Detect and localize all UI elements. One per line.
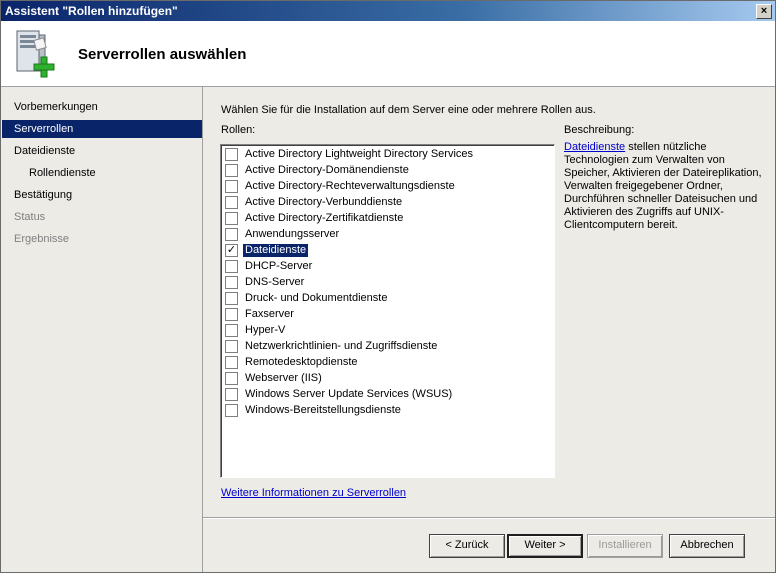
role-checkbox[interactable] xyxy=(225,180,238,193)
description-link[interactable]: Dateidienste xyxy=(564,141,625,153)
title-bar[interactable]: Assistent "Rollen hinzufügen" × xyxy=(1,1,775,21)
role-item[interactable]: Faxserver xyxy=(225,307,545,323)
role-item[interactable]: Remotedesktopdienste xyxy=(225,355,545,371)
role-item[interactable]: Windows-Bereitstellungsdienste xyxy=(225,403,545,419)
role-checkbox[interactable] xyxy=(225,308,238,321)
next-button[interactable]: Weiter > xyxy=(507,534,583,558)
role-item[interactable]: Active Directory-Verbunddienste xyxy=(225,195,545,211)
server-add-icon xyxy=(16,30,55,78)
role-item[interactable]: Anwendungsserver xyxy=(225,227,545,243)
install-button: Installieren xyxy=(587,534,663,558)
more-info-link[interactable]: Weitere Informationen zu Serverrollen xyxy=(221,487,406,499)
role-item[interactable]: Active Directory-Domänendienste xyxy=(225,163,545,179)
role-checkbox[interactable] xyxy=(225,340,238,353)
role-checkbox[interactable] xyxy=(225,212,238,225)
role-label[interactable]: Hyper-V xyxy=(243,324,287,337)
close-button[interactable]: × xyxy=(756,4,772,19)
role-item[interactable]: Hyper-V xyxy=(225,323,545,339)
role-description: Dateidienste stellen nützliche Technolog… xyxy=(564,141,769,232)
role-label[interactable]: Active Directory-Domänendienste xyxy=(243,164,411,177)
role-checkbox[interactable] xyxy=(225,196,238,209)
role-checkbox[interactable] xyxy=(225,324,238,337)
role-label[interactable]: Druck- und Dokumentdienste xyxy=(243,292,389,305)
role-item[interactable]: Windows Server Update Services (WSUS) xyxy=(225,387,545,403)
role-checkbox[interactable] xyxy=(225,260,238,273)
wizard-header: Serverrollen auswählen xyxy=(1,21,775,87)
role-label[interactable]: Active Directory-Verbunddienste xyxy=(243,196,404,209)
role-item[interactable]: ✓ Dateidienste xyxy=(225,243,545,259)
sidebar-item-serverrollen[interactable]: Serverrollen xyxy=(2,120,202,138)
role-label[interactable]: Netzwerkrichtlinien- und Zugriffsdienste xyxy=(243,340,439,353)
role-item[interactable]: DNS-Server xyxy=(225,275,545,291)
sidebar-item-status: Status xyxy=(14,211,46,223)
role-checkbox[interactable] xyxy=(225,164,238,177)
role-label[interactable]: DHCP-Server xyxy=(243,260,314,273)
page-title: Serverrollen auswählen xyxy=(78,46,247,63)
role-label[interactable]: Active Directory-Rechteverwaltungsdienst… xyxy=(243,180,457,193)
sidebar-item-rollendienste[interactable]: Rollendienste xyxy=(2,164,202,182)
wizard-content: Wählen Sie für die Installation auf dem … xyxy=(203,87,775,572)
role-checkbox[interactable] xyxy=(225,388,238,401)
role-checkbox[interactable] xyxy=(225,356,238,369)
window-title: Assistent "Rollen hinzufügen" xyxy=(5,4,178,18)
roles-list[interactable]: Active Directory Lightweight Directory S… xyxy=(220,144,555,478)
role-item[interactable]: Active Directory-Zertifikatdienste xyxy=(225,211,545,227)
sidebar-item-bestaetigung[interactable]: Bestätigung xyxy=(2,186,202,204)
role-label[interactable]: DNS-Server xyxy=(243,276,306,289)
role-label[interactable]: Webserver (IIS) xyxy=(243,372,324,385)
wizard-window: Assistent "Rollen hinzufügen" × Serverro… xyxy=(0,0,776,573)
cancel-button[interactable]: Abbrechen xyxy=(669,534,745,558)
instruction-text: Wählen Sie für die Installation auf dem … xyxy=(221,104,596,116)
role-label[interactable]: Active Directory Lightweight Directory S… xyxy=(243,148,475,161)
description-label: Beschreibung: xyxy=(564,124,635,136)
role-checkbox[interactable] xyxy=(225,276,238,289)
role-checkbox[interactable] xyxy=(225,292,238,305)
wizard-sidebar: Vorbemerkungen Serverrollen Dateidienste… xyxy=(1,87,203,572)
role-label[interactable]: Windows Server Update Services (WSUS) xyxy=(243,388,454,401)
role-item[interactable]: Druck- und Dokumentdienste xyxy=(225,291,545,307)
sidebar-item-ergebnisse: Ergebnisse xyxy=(14,233,70,245)
role-label[interactable]: Remotedesktopdienste xyxy=(243,356,360,369)
sidebar-item-vorbemerkungen[interactable]: Vorbemerkungen xyxy=(2,98,202,116)
role-label[interactable]: Faxserver xyxy=(243,308,296,321)
checkmark-icon: ✓ xyxy=(226,244,237,256)
role-checkbox[interactable] xyxy=(225,372,238,385)
role-label[interactable]: Anwendungsserver xyxy=(243,228,341,241)
role-item[interactable]: DHCP-Server xyxy=(225,259,545,275)
footer-divider xyxy=(203,517,775,519)
role-label[interactable]: Active Directory-Zertifikatdienste xyxy=(243,212,405,225)
role-item[interactable]: Active Directory Lightweight Directory S… xyxy=(225,147,545,163)
roles-label: Rollen: xyxy=(221,124,256,136)
role-item[interactable]: Netzwerkrichtlinien- und Zugriffsdienste xyxy=(225,339,545,355)
role-label[interactable]: Windows-Bereitstellungsdienste xyxy=(243,404,403,417)
role-checkbox-checked[interactable]: ✓ xyxy=(225,244,238,257)
back-button[interactable]: < Zurück xyxy=(429,534,505,558)
sidebar-item-dateidienste[interactable]: Dateidienste xyxy=(2,142,202,160)
close-icon: × xyxy=(760,5,768,17)
role-item[interactable]: Webserver (IIS) xyxy=(225,371,545,387)
role-checkbox[interactable] xyxy=(225,148,238,161)
description-text: stellen nützliche Technologien zum Verwa… xyxy=(564,141,762,231)
role-label[interactable]: Dateidienste xyxy=(241,243,310,258)
role-item[interactable]: Active Directory-Rechteverwaltungsdienst… xyxy=(225,179,545,195)
role-checkbox[interactable] xyxy=(225,404,238,417)
role-checkbox[interactable] xyxy=(225,228,238,241)
